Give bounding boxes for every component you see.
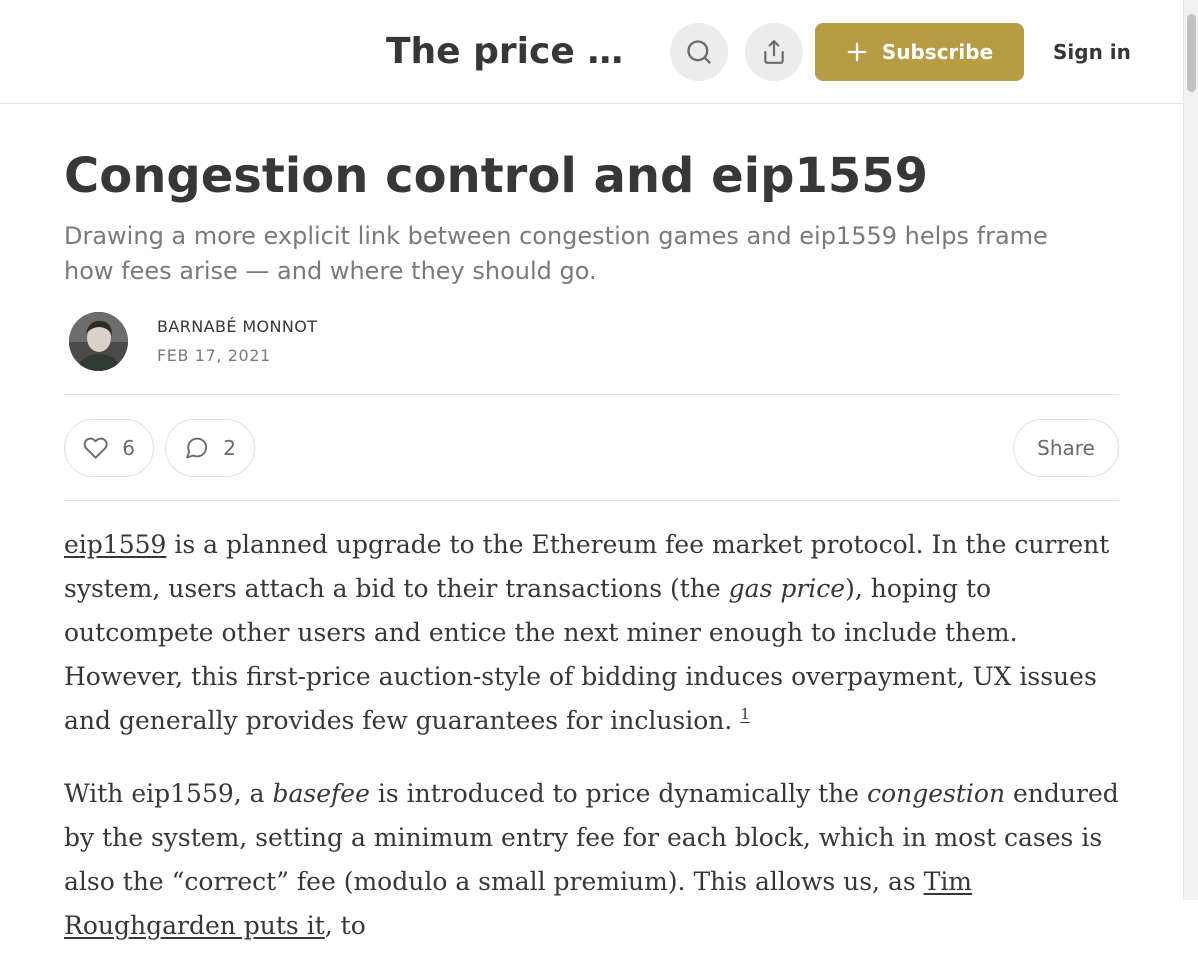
- paragraph-2: With eip1559, a basefee is introduced to…: [64, 772, 1120, 948]
- congestion-emphasis: congestion: [867, 779, 1006, 808]
- share-label: Share: [1037, 436, 1095, 460]
- paragraph-1: eip1559 is a planned upgrade to the Ethe…: [64, 523, 1120, 743]
- paragraph-2-text-b: is introduced to price dynamically the: [369, 779, 868, 808]
- comment-icon: [186, 437, 208, 459]
- page-scrollbar[interactable]: [1183, 0, 1198, 900]
- divider-top: [64, 394, 1119, 395]
- share-button[interactable]: Share: [1013, 419, 1119, 477]
- author-avatar[interactable]: [69, 312, 128, 371]
- plus-icon: [847, 42, 867, 62]
- heart-icon: [83, 437, 108, 459]
- subscribe-button[interactable]: Subscribe: [815, 23, 1024, 81]
- scrollbar-thumb[interactable]: [1187, 14, 1196, 92]
- post-date: FEB 17, 2021: [157, 346, 271, 365]
- share-header-button[interactable]: [745, 23, 803, 81]
- paragraph-2-text-d: , to: [324, 911, 366, 940]
- publication-title[interactable]: The price of agency: [386, 30, 642, 74]
- post-subtitle: Drawing a more explicit link between con…: [64, 222, 1048, 285]
- search-button[interactable]: [670, 23, 728, 81]
- search-icon: [687, 40, 711, 64]
- basefee-emphasis: basefee: [272, 779, 370, 808]
- like-count: 6: [122, 436, 135, 460]
- top-bar: The price of agency Subscribe Sign in: [0, 0, 1183, 104]
- divider-bottom: [64, 500, 1119, 501]
- paragraph-2-text-a: With eip1559, a: [64, 779, 273, 808]
- eip1559-link[interactable]: eip1559: [64, 530, 166, 559]
- footnote-1-link[interactable]: 1: [740, 705, 750, 723]
- author-name[interactable]: BARNABÉ MONNOT: [157, 317, 317, 337]
- sign-in-link[interactable]: Sign in: [1053, 38, 1131, 66]
- comment-button[interactable]: 2: [165, 419, 255, 477]
- like-button[interactable]: 6: [64, 419, 154, 477]
- gas-price-emphasis: gas price: [728, 574, 846, 603]
- comment-count: 2: [223, 436, 236, 460]
- share-icon: [764, 40, 784, 64]
- post-title: Congestion control and eip1559: [64, 148, 929, 204]
- subscribe-label: Subscribe: [881, 40, 994, 64]
- post-body: eip1559 is a planned upgrade to the Ethe…: [64, 523, 1120, 977]
